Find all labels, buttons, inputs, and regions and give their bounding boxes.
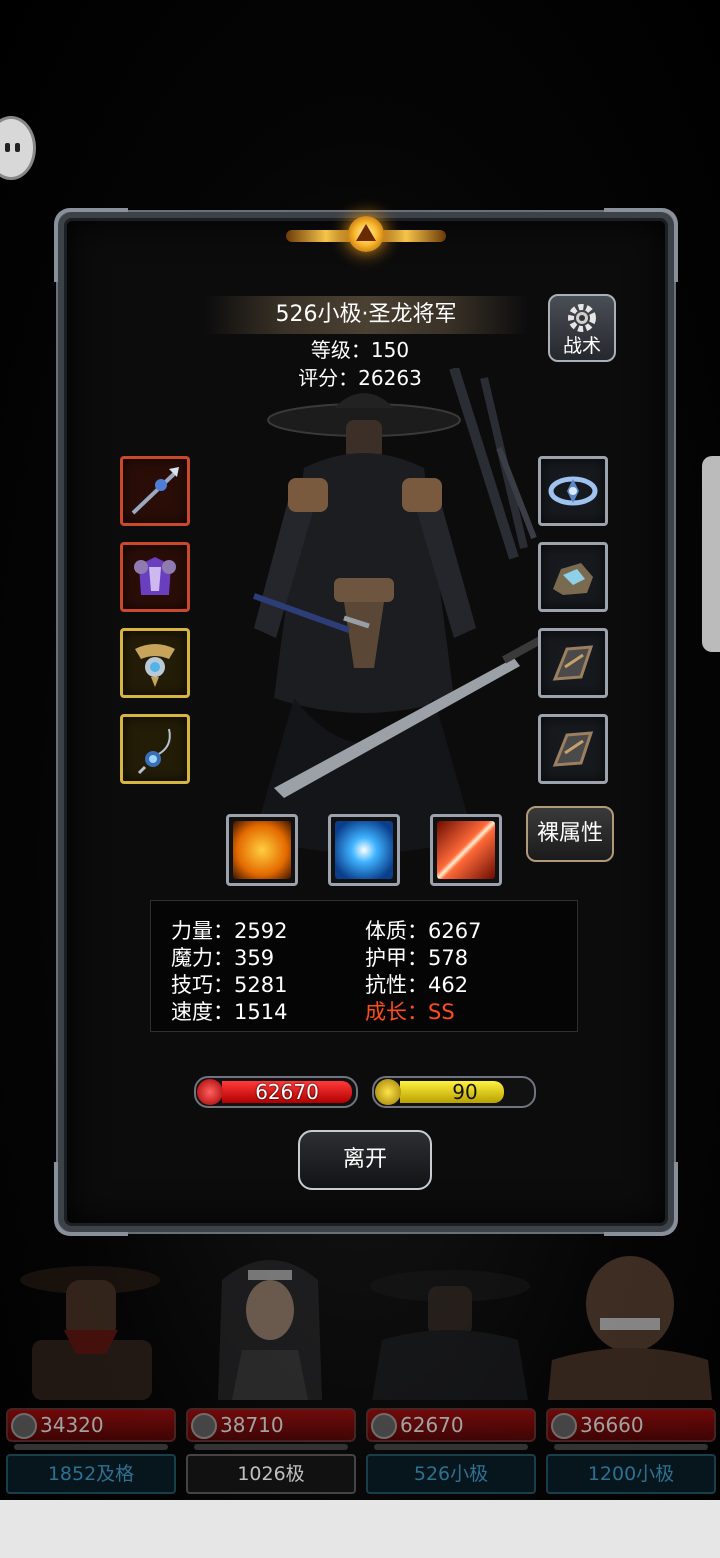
equip-slot-bracer[interactable] xyxy=(538,714,608,784)
party-hp: 62670 xyxy=(400,1413,464,1437)
eye-skill-icon xyxy=(335,821,393,879)
party-hp: 36660 xyxy=(580,1413,644,1437)
stat-speed: 速度：1514 xyxy=(171,1000,288,1024)
character-panel: 526小极·圣龙将军 等级：150 评分：26263 战术 裸属性 力量：259… xyxy=(54,208,678,1236)
armor-icon xyxy=(134,557,176,595)
character-score: 评分：26263 xyxy=(298,366,422,390)
party-portrait xyxy=(20,1266,160,1400)
skill-slot[interactable] xyxy=(226,814,298,886)
party-hp: 34320 xyxy=(40,1413,104,1437)
party-hp-box: 38710 xyxy=(186,1408,356,1442)
party-member-card[interactable]: 38710 1026极 xyxy=(182,1240,358,1500)
stat-skill: 技巧：5281 xyxy=(171,973,288,997)
naked-attributes-button[interactable]: 裸属性 xyxy=(526,806,614,862)
equip-slot-armor[interactable] xyxy=(120,542,190,612)
party-list: 34320 1852及格 38710 1026极 62670 526小极 366… xyxy=(0,1240,720,1510)
necklace-icon xyxy=(137,728,171,775)
party-member-card[interactable]: 34320 1852及格 xyxy=(2,1240,178,1500)
spear-icon xyxy=(131,467,179,515)
equip-slot-crown[interactable] xyxy=(538,456,608,526)
skill-slot[interactable] xyxy=(328,814,400,886)
stats-panel: 力量：2592 魔力：359 技巧：5281 速度：1514 体质：6267 护… xyxy=(150,900,578,1032)
heart-icon xyxy=(197,1079,223,1105)
party-gauge xyxy=(194,1444,348,1450)
sword-icon xyxy=(11,1413,37,1439)
bracer-icon xyxy=(552,731,594,767)
equip-slot-amulet[interactable] xyxy=(120,628,190,698)
emblem-icon xyxy=(286,210,446,268)
hero-portrait xyxy=(252,368,544,853)
stat-resistance: 抗性：462 xyxy=(365,973,469,997)
party-portrait xyxy=(548,1256,712,1400)
frame-corner xyxy=(54,208,128,282)
energy-bar: 90 xyxy=(372,1076,536,1108)
sword-icon xyxy=(371,1413,397,1439)
party-name: 526小极 xyxy=(366,1454,536,1494)
party-hp-box: 36660 xyxy=(546,1408,716,1442)
party-member-card[interactable]: 36660 1200小极 xyxy=(542,1240,718,1500)
equip-slot-ore[interactable] xyxy=(538,542,608,612)
ore-icon xyxy=(553,563,593,595)
tactics-label: 战术 xyxy=(562,335,601,357)
amulet-icon xyxy=(135,644,175,687)
side-drawer-handle[interactable] xyxy=(702,456,720,652)
party-gauge xyxy=(14,1444,168,1450)
stat-magic: 魔力：359 xyxy=(171,946,275,970)
hp-value: 62670 xyxy=(255,1080,319,1104)
party-gauge xyxy=(554,1444,708,1450)
system-navigation-bar xyxy=(0,1500,720,1558)
party-hp: 38710 xyxy=(220,1413,284,1437)
bracer-icon xyxy=(552,645,594,681)
party-hp-box: 34320 xyxy=(6,1408,176,1442)
eye-icon xyxy=(15,143,20,152)
crown-icon xyxy=(548,476,598,506)
party-member-card[interactable]: 62670 526小极 xyxy=(362,1240,538,1500)
sword-icon xyxy=(191,1413,217,1439)
stat-strength: 力量：2592 xyxy=(171,919,288,943)
party-name: 1200小极 xyxy=(546,1454,716,1494)
stat-armor: 护甲：578 xyxy=(365,946,469,970)
leave-button[interactable]: 离开 xyxy=(298,1130,432,1190)
lightning-icon xyxy=(375,1079,401,1105)
shield-skill-icon xyxy=(233,821,291,879)
party-name: 1026极 xyxy=(186,1454,356,1494)
equip-slot-necklace[interactable] xyxy=(120,714,190,784)
stat-growth: 成长：SS xyxy=(365,1000,455,1024)
slash-skill-icon xyxy=(437,821,495,879)
eye-icon xyxy=(5,143,10,152)
party-hp-box: 62670 xyxy=(366,1408,536,1442)
equip-slot-weapon[interactable] xyxy=(120,456,190,526)
skill-slot[interactable] xyxy=(430,814,502,886)
character-name: 526小极·圣龙将军 xyxy=(204,296,528,334)
frame-corner xyxy=(604,208,678,282)
stat-constitution: 体质：6267 xyxy=(365,919,482,943)
equip-slot-bracer[interactable] xyxy=(538,628,608,698)
tactics-button[interactable]: 战术 xyxy=(548,294,616,362)
sword-icon xyxy=(551,1413,577,1439)
hp-bar: 62670 xyxy=(194,1076,358,1108)
party-gauge xyxy=(374,1444,528,1450)
party-portrait xyxy=(370,1270,530,1400)
party-name: 1852及格 xyxy=(6,1454,176,1494)
frame-corner xyxy=(54,1162,128,1236)
energy-value: 90 xyxy=(452,1080,478,1104)
frame-corner xyxy=(604,1162,678,1236)
party-portrait xyxy=(218,1260,322,1400)
